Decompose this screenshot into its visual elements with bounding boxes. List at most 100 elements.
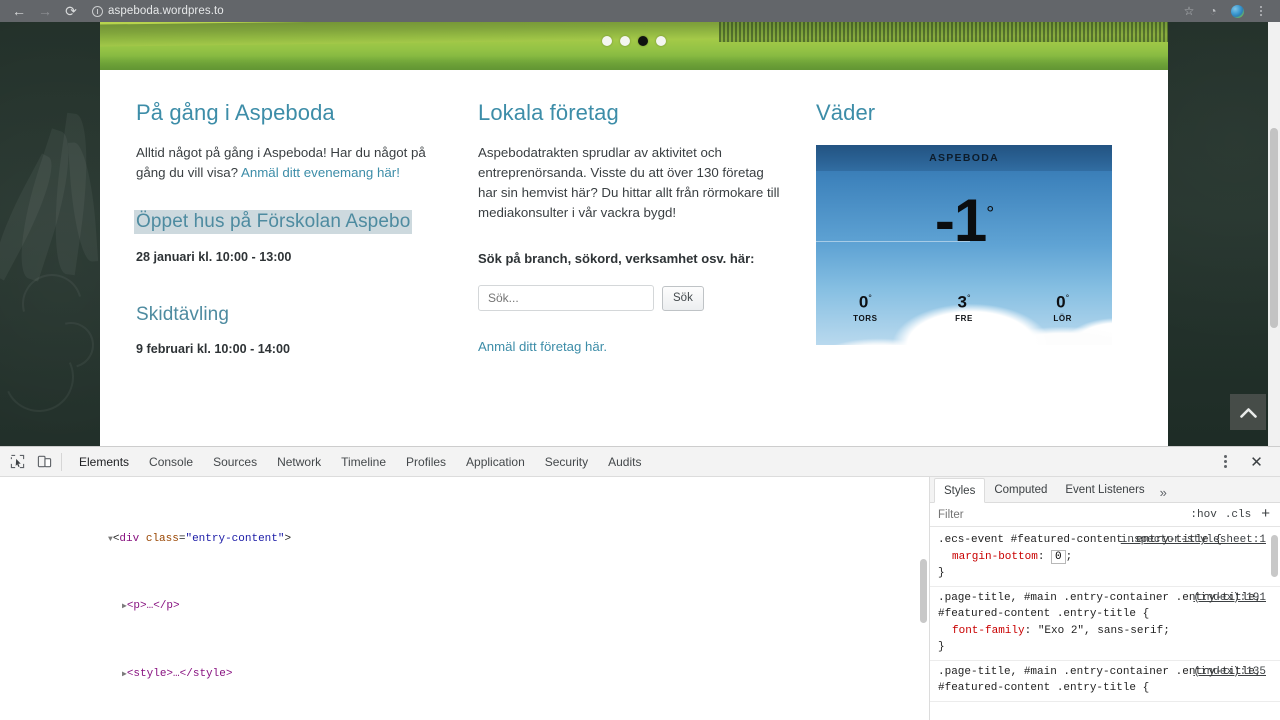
carousel-dot-3[interactable] (638, 36, 648, 46)
weather-forecast-row: 0° TORS 3° FRE 0° LÖR (816, 289, 1112, 323)
forecast-unit-1: ° (868, 293, 872, 304)
style-rule-1[interactable]: inspector-stylesheet:1 .ecs-event #featu… (930, 529, 1280, 587)
devtools-menu-icon[interactable] (1212, 449, 1239, 475)
weather-city-name: ASPEBODA (929, 152, 999, 164)
weather-widget[interactable]: ASPEBODA -1° 0° TORS 3° FRE 0° LÖR (816, 145, 1113, 345)
forecast-temp-2: 3° (915, 289, 1014, 312)
events-column-title: På gång i Aspeboda (136, 100, 335, 125)
address-bar[interactable]: aspeboda.wordpres.to (92, 3, 1178, 19)
toolbar-separator (61, 452, 62, 471)
styles-rules-list: inspector-stylesheet:1 .ecs-event #featu… (930, 527, 1280, 702)
weather-temp-value: -1 (934, 187, 987, 254)
carousel-dot-4[interactable] (656, 36, 666, 46)
page-viewport: På gång i Aspeboda Alltid något på gång … (0, 22, 1280, 446)
carousel-dots[interactable] (602, 36, 666, 46)
devtools-tab-sources[interactable]: Sources (203, 447, 267, 476)
style-rule-source-1[interactable]: inspector-stylesheet:1 (1121, 532, 1266, 549)
dom-tree-pane[interactable]: ▼<div class="entry-content"> ▶<p>…</p> ▶… (0, 477, 930, 720)
devtools-close-icon[interactable]: ✕ (1243, 449, 1270, 475)
new-style-rule-button[interactable]: + (1255, 505, 1274, 524)
forecast-unit-2: ° (966, 293, 971, 304)
site-info-icon[interactable] (92, 5, 103, 17)
inspect-element-icon[interactable] (4, 449, 31, 475)
forecast-temp-value-3: 0 (1056, 293, 1066, 312)
forecast-day-2: 3° FRE (915, 289, 1014, 323)
weather-current-temp: -1° (934, 187, 994, 254)
styles-tab-computed[interactable]: Computed (985, 477, 1056, 502)
forecast-label-1: TORS (853, 314, 878, 323)
devtools-tab-console[interactable]: Console (139, 447, 203, 476)
devtools-toolbar: Elements Console Sources Network Timelin… (0, 447, 1280, 477)
style-rule-source-2[interactable]: (index):191 (1193, 590, 1266, 607)
devtools-tab-application[interactable]: Application (456, 447, 535, 476)
carousel-dot-2[interactable] (620, 36, 630, 46)
event-time-2: 9 februari kl. 10:00 - 14:00 (136, 342, 291, 356)
forecast-temp-3: 0° (1013, 289, 1112, 312)
event-title-1[interactable]: Öppet hus på Förskolan Aspebo (134, 210, 413, 234)
browser-toolbar: ← → ⟳ aspeboda.wordpres.to ☆ ◔ (0, 0, 1280, 22)
hover-state-button[interactable]: :hov (1186, 509, 1220, 521)
devtools-tab-elements[interactable]: Elements (69, 447, 139, 476)
styles-filter-input[interactable] (936, 507, 1187, 522)
styles-tab-event-listeners[interactable]: Event Listeners (1056, 477, 1153, 502)
styles-pane-scrollbar[interactable] (1271, 535, 1278, 577)
forward-button[interactable]: → (32, 0, 58, 22)
devtools-toolbar-right: ✕ (1212, 449, 1276, 475)
forecast-day-3: 0° LÖR (1013, 289, 1112, 323)
devtools-tab-profiles[interactable]: Profiles (396, 447, 456, 476)
register-business-link[interactable]: Anmäl ditt företag här. (478, 339, 607, 354)
styles-tab-styles[interactable]: Styles (934, 478, 986, 503)
style-value-2[interactable]: "Exo 2", sans-serif; (1038, 625, 1170, 637)
dom-node-style[interactable]: ▶<style>…</style> (0, 666, 929, 684)
style-rule-source-3[interactable]: (index):135 (1193, 664, 1266, 681)
hero-treeline (719, 22, 1168, 42)
reload-button[interactable]: ⟳ (58, 0, 84, 22)
profile-avatar[interactable] (1226, 0, 1248, 22)
dom-attr-value: "entry-content" (185, 532, 285, 545)
event-title-2[interactable]: Skidtävling (136, 304, 229, 326)
chevron-up-icon (1239, 407, 1257, 418)
weather-column-title: Väder (816, 100, 876, 125)
dom-node-entry-content[interactable]: ▼<div class="entry-content"> (0, 531, 929, 549)
hero-banner-image (100, 22, 1168, 70)
style-property-2[interactable]: font-family (938, 625, 1025, 637)
devtools-panel: Elements Console Sources Network Timelin… (0, 446, 1280, 720)
carousel-dot-1[interactable] (602, 36, 612, 46)
styles-filter-bar: :hov .cls + (930, 503, 1280, 527)
dom-attr-name: class (145, 532, 179, 545)
devtools-tab-audits[interactable]: Audits (598, 447, 651, 476)
cursor-select-icon (10, 454, 25, 469)
style-value-1[interactable]: 0 (1051, 549, 1066, 564)
business-search-row: Sök (478, 285, 786, 311)
scroll-to-top-button[interactable] (1230, 394, 1266, 430)
extension-icon[interactable]: ◔ (1202, 0, 1224, 22)
dom-tree: ▼<div class="entry-content"> ▶<p>…</p> ▶… (0, 477, 929, 720)
weather-column: Väder ASPEBODA -1° 0° TORS 3° FRE 0° LÖR (816, 100, 1132, 446)
business-search-input[interactable] (478, 285, 654, 311)
dom-tag-name: div (119, 532, 140, 545)
page-scrollbar[interactable] (1268, 22, 1280, 446)
devtools-tab-network[interactable]: Network (267, 447, 331, 476)
responsive-device-icon (37, 455, 52, 468)
class-toggle-button[interactable]: .cls (1221, 509, 1255, 521)
devtools-tab-security[interactable]: Security (535, 447, 598, 476)
device-toolbar-icon[interactable] (31, 449, 58, 475)
style-property-1[interactable]: margin-bottom (938, 551, 1038, 563)
submit-event-link[interactable]: Anmäl ditt evenemang här! (241, 165, 400, 180)
styles-pane[interactable]: Styles Computed Event Listeners » :hov .… (930, 477, 1280, 720)
style-rule-2[interactable]: (index):191 .page-title, #main .entry-co… (930, 587, 1280, 661)
dom-tree-scrollbar[interactable] (920, 559, 927, 623)
page-scrollbar-thumb[interactable] (1270, 128, 1278, 328)
forecast-label-2: FRE (955, 314, 973, 323)
back-button[interactable]: ← (6, 0, 32, 22)
styles-tabs-overflow-icon[interactable]: » (1154, 485, 1173, 502)
business-search-button[interactable]: Sök (662, 285, 704, 311)
dom-node-p[interactable]: ▶<p>…</p> (0, 598, 929, 616)
devtools-body: ▼<div class="entry-content"> ▶<p>…</p> ▶… (0, 477, 1280, 720)
devtools-tab-timeline[interactable]: Timeline (331, 447, 396, 476)
events-intro-text: Alltid något på gång i Aspeboda! Har du … (136, 143, 448, 183)
chrome-menu-icon[interactable] (1250, 0, 1272, 22)
bookmark-star-icon[interactable]: ☆ (1178, 0, 1200, 22)
style-rule-3[interactable]: (index):135 .page-title, #main .entry-co… (930, 661, 1280, 702)
dom-node-style-text: <style>…</style> (126, 667, 233, 680)
